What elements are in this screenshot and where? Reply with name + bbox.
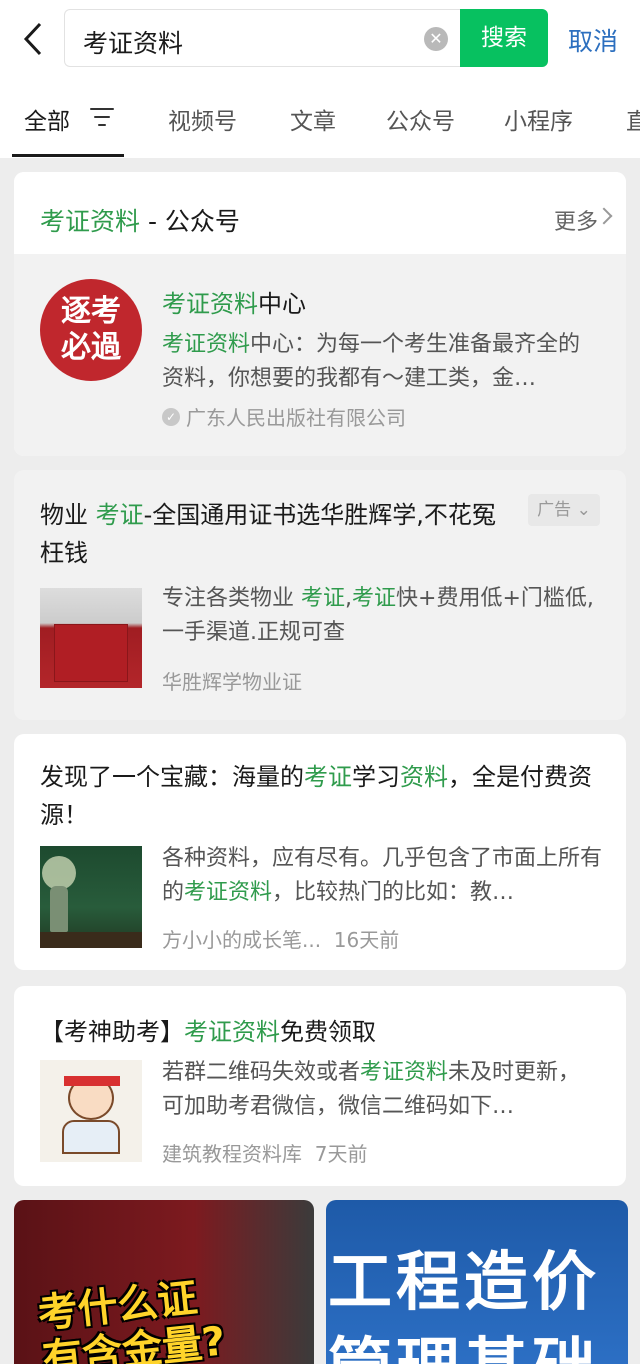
account-name: 考证资料中心 bbox=[162, 290, 306, 318]
ad-badge[interactable]: 广告 ⌄ bbox=[528, 494, 600, 526]
ad-thumbnail bbox=[40, 588, 142, 688]
article-result[interactable]: 【考神助考】考证资料免费领取 若群二维码失效或者考证资料未及时更新，可加助考君微… bbox=[14, 986, 626, 1186]
article-title: 发现了一个宝藏：海量的考证学习资料，全是付费资源！ bbox=[40, 763, 592, 829]
verification: ✓ 广东人民出版社有限公司 bbox=[162, 402, 406, 431]
more-link[interactable]: 更多 bbox=[554, 204, 598, 236]
article-thumbnail bbox=[40, 846, 142, 948]
tab-articles[interactable]: 文章 bbox=[290, 102, 336, 136]
article-thumbnail bbox=[40, 1060, 142, 1162]
clear-icon[interactable]: ✕ bbox=[424, 27, 448, 51]
ad-result[interactable]: 物业 考证-全国通用证书选华胜辉学,不花冤枉钱 广告 ⌄ 专注各类物业 考证,考… bbox=[14, 470, 626, 720]
section-title: 考证资料 - 公众号 bbox=[40, 207, 240, 236]
back-button[interactable] bbox=[16, 20, 50, 58]
account-result[interactable]: 逐考 必過 考证资料中心 考证资料中心：为每一个考生准备最齐全的资料，你想要的我… bbox=[14, 254, 626, 456]
video-tile[interactable]: 工程造价 管理基础 bbox=[326, 1200, 628, 1364]
cancel-button[interactable]: 取消 bbox=[568, 22, 618, 58]
article-result[interactable]: 发现了一个宝藏：海量的考证学习资料，全是付费资源！ 各种资料，应有尽有。几乎包含… bbox=[14, 734, 626, 970]
account-description: 考证资料中心：为每一个考生准备最齐全的资料，你想要的我都有～建工类，金… bbox=[162, 332, 581, 391]
tab-bar: 全部 视频号 文章 公众号 小程序 直 bbox=[0, 78, 640, 158]
chevron-down-icon: ⌄ bbox=[571, 500, 591, 520]
article-meta: 方小小的成长笔... 16天前 bbox=[162, 928, 400, 952]
tab-official-accounts[interactable]: 公众号 bbox=[386, 102, 455, 136]
book-image bbox=[54, 624, 128, 682]
tab-all[interactable]: 全部 bbox=[24, 102, 70, 136]
official-account-section: 考证资料 - 公众号 更多 逐考 必過 考证资料中心 考证资料中心：为每一个考生… bbox=[14, 172, 626, 456]
chevron-left-icon bbox=[23, 22, 42, 56]
account-logo: 逐考 必過 bbox=[40, 279, 142, 381]
article-meta: 建筑教程资料库 7天前 bbox=[162, 1142, 368, 1166]
verified-icon: ✓ bbox=[162, 407, 180, 426]
ad-title: 物业 考证-全国通用证书选华胜辉学,不花冤枉钱 bbox=[40, 501, 496, 567]
search-button[interactable]: 搜索 bbox=[460, 9, 548, 67]
section-header: 考证资料 - 公众号 更多 bbox=[14, 172, 626, 254]
tab-mini-programs[interactable]: 小程序 bbox=[504, 102, 573, 136]
video-caption: 考什么证 有含金量? bbox=[35, 1275, 228, 1364]
active-tab-indicator bbox=[12, 154, 124, 157]
search-input[interactable]: 考证资料 ✕ bbox=[64, 9, 460, 67]
search-query[interactable]: 考证资料 bbox=[83, 24, 183, 60]
article-description: 若群二维码失效或者考证资料未及时更新，可加助考君微信，微信二维码如下… bbox=[162, 1060, 581, 1119]
article-title: 【考神助考】考证资料免费领取 bbox=[40, 1018, 376, 1046]
search-header: 考证资料 ✕ 搜索 取消 bbox=[0, 0, 640, 78]
ad-description: 专注各类物业 考证,考证快+费用低+门槛低,一手渠道.正规可查 bbox=[162, 586, 594, 645]
video-tile[interactable]: 考什么证 有含金量? bbox=[14, 1200, 314, 1364]
ad-source: 华胜辉学物业证 bbox=[162, 670, 302, 694]
filter-icon[interactable] bbox=[90, 108, 114, 128]
tab-channels[interactable]: 视频号 bbox=[168, 102, 237, 136]
tab-more[interactable]: 直 bbox=[626, 102, 640, 136]
chevron-right-icon[interactable] bbox=[595, 207, 613, 225]
article-description: 各种资料，应有尽有。几乎包含了市面上所有的考证资料，比较热门的比如：教… bbox=[162, 846, 603, 905]
video-caption: 工程造价 管理基础 bbox=[328, 1245, 600, 1364]
